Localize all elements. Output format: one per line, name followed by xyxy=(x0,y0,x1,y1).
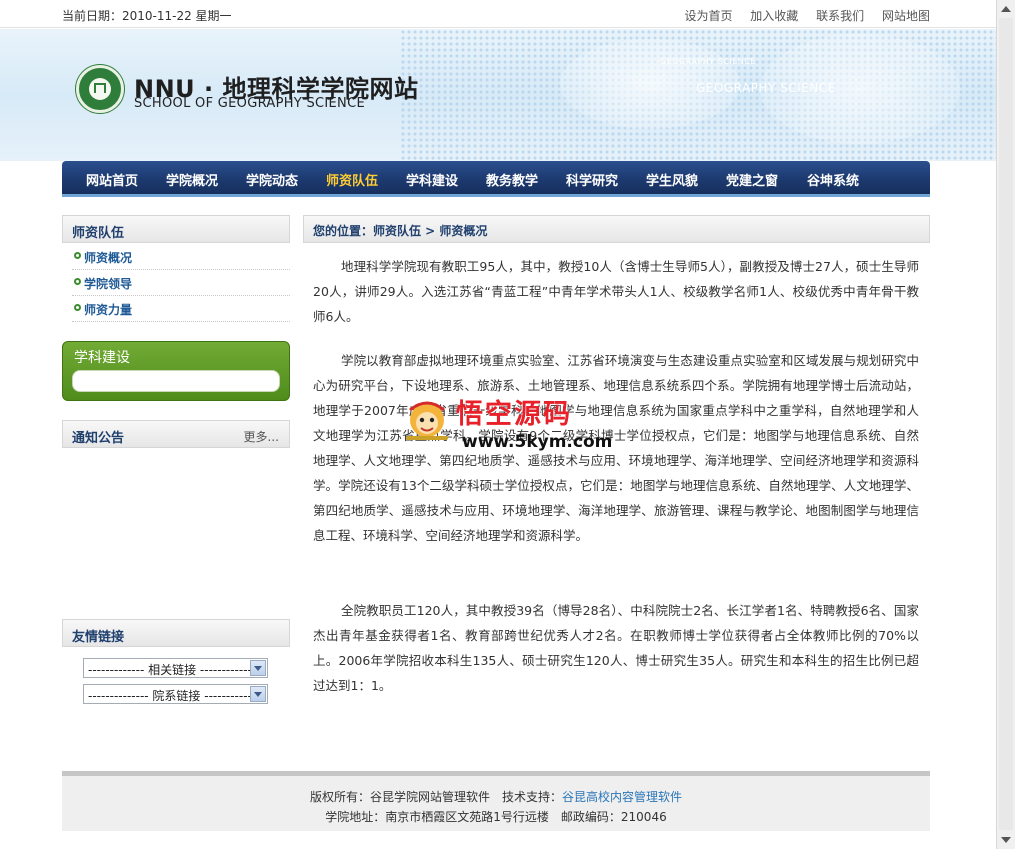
banner-caption: GEOGRAPHY SCIENCE xyxy=(696,81,836,95)
scroll-down-icon[interactable] xyxy=(1001,837,1011,843)
bullet-icon xyxy=(74,252,81,259)
nav-system[interactable]: 谷坤系统 xyxy=(807,170,859,189)
notice-more-link[interactable]: 更多... xyxy=(244,428,279,445)
nav-college-news[interactable]: 学院动态 xyxy=(246,170,298,189)
banner-caption-small: GEOGRAPHY SCIENCE xyxy=(660,57,756,66)
friend-links-header: 友情链接 xyxy=(62,619,290,647)
site-map-link[interactable]: 网站地图 xyxy=(882,9,930,23)
discipline-box-field[interactable] xyxy=(72,370,280,392)
discipline-box: 学科建设 xyxy=(62,341,290,401)
main-nav: 网站首页 学院概况 学院动态 师资队伍 学科建设 教务教学 科学研究 学生风貌 … xyxy=(62,161,930,197)
sidebar-item-leadership[interactable]: 学院领导 xyxy=(72,270,290,296)
department-links-select[interactable]: -------------- 院系链接 ------------- xyxy=(83,684,268,704)
breadcrumb: 您的位置：师资队伍 > 师资概况 xyxy=(313,224,488,238)
nav-party[interactable]: 党建之窗 xyxy=(726,170,778,189)
bullet-icon xyxy=(74,278,81,285)
notice-header: 通知公告 更多... xyxy=(62,420,290,448)
top-bar: 当前日期：2010-11-22 星期一 设为首页 加入收藏 联系我们 网站地图 xyxy=(0,0,996,28)
footer-address: 学院地址：南京市栖霞区文苑路1号行远楼 邮政编码：210046 xyxy=(325,810,667,824)
header-banner: GEOGRAPHY SCIENCE GEOGRAPHY SCIENCE NNU … xyxy=(0,29,996,161)
bullet-icon xyxy=(74,304,81,311)
current-date: 当前日期：2010-11-22 星期一 xyxy=(62,9,232,23)
nav-students[interactable]: 学生风貌 xyxy=(646,170,698,189)
sidebar-item-faculty-overview[interactable]: 师资概况 xyxy=(72,244,290,270)
nav-discipline[interactable]: 学科建设 xyxy=(406,170,458,189)
nav-teaching[interactable]: 教务教学 xyxy=(486,170,538,189)
monkey-mascot-icon xyxy=(406,401,448,440)
sidebar-section-title: 师资队伍 xyxy=(72,226,125,241)
watermark-brand: 悟空源码 xyxy=(456,399,572,430)
set-homepage-link[interactable]: 设为首页 xyxy=(684,9,732,23)
tech-support-link[interactable]: 谷昆高校内容管理软件 xyxy=(562,790,682,804)
watermark: 悟空源码 www.5kym.com xyxy=(404,392,624,458)
watermark-url: www.5kym.com xyxy=(462,432,613,452)
breadcrumb-bar: 您的位置：师资队伍 > 师资概况 xyxy=(303,215,930,243)
university-seal-logo[interactable] xyxy=(76,65,124,113)
contact-us-link[interactable]: 联系我们 xyxy=(816,9,864,23)
notice-title: 通知公告 xyxy=(72,431,125,446)
top-links: 设为首页 加入收藏 联系我们 网站地图 xyxy=(670,7,930,24)
scroll-up-icon[interactable] xyxy=(1001,6,1011,12)
page-scrollbar[interactable] xyxy=(996,0,1015,849)
footer: 版权所有：谷昆学院网站管理软件 技术支持：谷昆高校内容管理软件 学院地址：南京市… xyxy=(62,771,930,831)
chevron-down-icon[interactable] xyxy=(250,660,266,676)
sidebar-section-header: 师资队伍 xyxy=(62,215,290,243)
nav-faculty[interactable]: 师资队伍 xyxy=(326,170,378,189)
sidebar-item-faculty-strength[interactable]: 师资力量 xyxy=(72,296,290,322)
add-favorite-link[interactable]: 加入收藏 xyxy=(750,9,798,23)
related-links-select[interactable]: ------------- 相关链接 ------------- xyxy=(83,658,268,678)
footer-copyright: 版权所有：谷昆学院网站管理软件 技术支持：谷昆高校内容管理软件 xyxy=(309,790,683,804)
discipline-box-title: 学科建设 xyxy=(74,350,130,366)
content-paragraph: 地理科学学院现有教职工95人，其中，教授10人（含博士生导师5人），副教授及博士… xyxy=(313,259,919,324)
content-paragraph: 全院教职员工120人，其中教授39名（博导28名）、中科院院士2名、长江学者1名… xyxy=(313,603,919,693)
friend-links-title: 友情链接 xyxy=(72,630,125,645)
chevron-down-icon[interactable] xyxy=(250,686,266,702)
nav-college-overview[interactable]: 学院概况 xyxy=(166,170,218,189)
nav-home[interactable]: 网站首页 xyxy=(86,170,138,189)
nav-research[interactable]: 科学研究 xyxy=(566,170,618,189)
site-subtitle: SCHOOL OF GEOGRAPHY SCIENCE xyxy=(134,96,365,111)
